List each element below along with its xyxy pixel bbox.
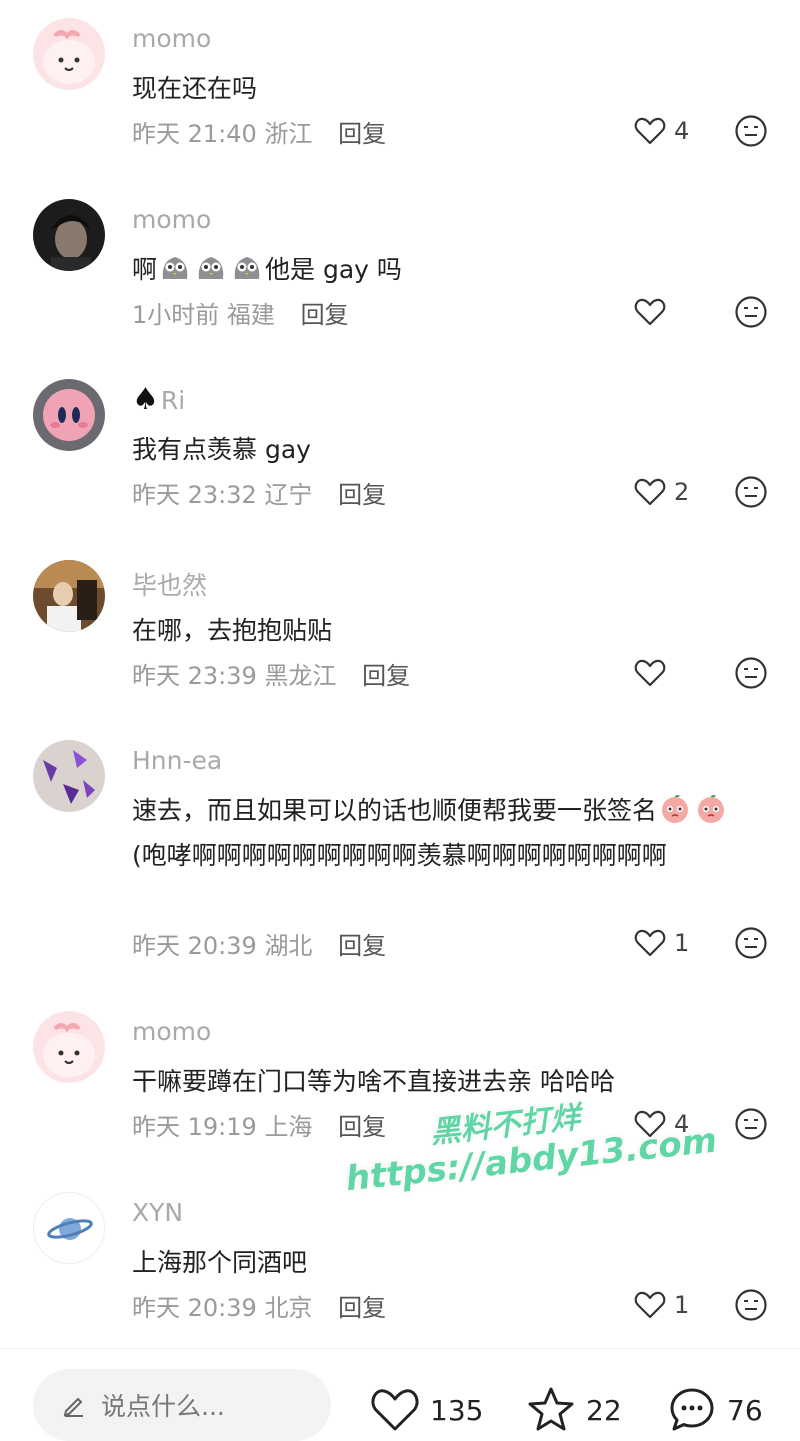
- like-count: 1: [674, 1291, 690, 1319]
- timestamp: 1小时前: [132, 301, 220, 329]
- owl-emoji-icon: [162, 257, 188, 279]
- like-count: 4: [674, 117, 690, 145]
- pencil-icon: [63, 1397, 83, 1417]
- like-count: 2: [674, 478, 690, 506]
- like-button[interactable]: 1: [634, 926, 714, 960]
- comment-meta: 1小时前 福建 回复: [132, 295, 349, 330]
- reply-button[interactable]: 回复: [362, 662, 410, 690]
- heart-icon: [634, 1291, 666, 1319]
- comment-meta: 昨天 20:39 北京 回复: [132, 1288, 386, 1323]
- comment-meta: 昨天 21:40 浙江 回复: [132, 114, 386, 149]
- location: 浙江: [264, 120, 313, 148]
- timestamp: 昨天 20:39: [132, 1294, 257, 1322]
- comment-text: 现在还在吗: [132, 74, 258, 103]
- location: 福建: [226, 301, 275, 329]
- location: 湖北: [264, 932, 313, 960]
- avatar[interactable]: [33, 560, 105, 632]
- location: 北京: [264, 1294, 313, 1322]
- comment-text: 在哪，去抱抱贴贴: [132, 616, 333, 645]
- username[interactable]: 毕也然: [132, 566, 207, 602]
- neutral-face-icon[interactable]: [734, 656, 768, 690]
- username[interactable]: momo: [132, 24, 211, 53]
- timestamp: 昨天 21:40: [132, 120, 257, 148]
- location: 上海: [264, 1113, 313, 1141]
- like-button[interactable]: 2: [634, 475, 714, 509]
- crying-peach-emoji-icon: [662, 795, 689, 823]
- avatar[interactable]: [33, 199, 105, 271]
- neutral-face-icon[interactable]: [734, 114, 768, 148]
- username[interactable]: XYN: [132, 1198, 183, 1227]
- avatar[interactable]: [33, 1011, 105, 1083]
- like-button[interactable]: 4: [634, 1107, 714, 1141]
- reply-button[interactable]: 回复: [338, 481, 386, 509]
- like-total: 135: [430, 1393, 484, 1427]
- comment-input-placeholder: 说点什么...: [101, 1392, 225, 1421]
- spade-icon: ♠: [132, 382, 159, 417]
- like-count: 4: [674, 1110, 690, 1138]
- username[interactable]: ♠ Ri: [132, 385, 185, 415]
- heart-icon: [634, 117, 666, 145]
- neutral-face-icon[interactable]: [734, 926, 768, 960]
- owl-emoji-icon: [234, 257, 260, 279]
- timestamp: 昨天 19:19: [132, 1113, 257, 1141]
- heart-icon: [634, 478, 666, 506]
- comment-text: 啊他是 gay 吗: [132, 247, 762, 292]
- neutral-face-icon[interactable]: [734, 1288, 768, 1322]
- comment-meta: 昨天 19:19 上海 回复: [132, 1107, 386, 1142]
- avatar[interactable]: [33, 18, 105, 90]
- crying-peach-emoji-icon: [698, 795, 725, 823]
- reply-button[interactable]: 回复: [338, 1113, 386, 1141]
- favorite-total: 22: [586, 1393, 622, 1427]
- heart-icon: [634, 298, 666, 326]
- reply-button[interactable]: 回复: [338, 1294, 386, 1322]
- neutral-face-icon[interactable]: [734, 1107, 768, 1141]
- like-button[interactable]: 4: [634, 114, 714, 148]
- timestamp: 昨天 23:39: [132, 662, 257, 690]
- like-button[interactable]: [634, 656, 714, 690]
- comment-text: 上海那个同酒吧: [132, 1248, 308, 1277]
- reply-button[interactable]: 回复: [338, 932, 386, 960]
- location: 辽宁: [264, 481, 313, 509]
- neutral-face-icon[interactable]: [734, 475, 768, 509]
- owl-emoji-icon: [198, 257, 224, 279]
- timestamp: 昨天 20:39: [132, 932, 257, 960]
- heart-icon: [634, 659, 666, 687]
- comment-text: 速去，而且如果可以的话也顺便帮我要一张签名(咆哮啊啊啊啊啊啊啊啊啊羡慕啊啊啊啊啊…: [132, 788, 762, 878]
- reply-button[interactable]: 回复: [301, 301, 349, 329]
- comment-input[interactable]: 说点什么...: [33, 1369, 331, 1441]
- like-button[interactable]: 1: [634, 1288, 714, 1322]
- reply-button[interactable]: 回复: [338, 120, 386, 148]
- heart-icon: [634, 929, 666, 957]
- comment-meta: 昨天 23:32 辽宁 回复: [132, 475, 386, 510]
- avatar[interactable]: [33, 379, 105, 451]
- username[interactable]: momo: [132, 1017, 211, 1046]
- bottom-bar: 说点什么... 135 22 76: [0, 1348, 800, 1441]
- avatar[interactable]: [33, 740, 105, 812]
- comment-text: 干嘛要蹲在门口等为啥不直接进去亲 哈哈哈: [132, 1067, 615, 1096]
- like-count: 1: [674, 929, 690, 957]
- heart-icon: [634, 1110, 666, 1138]
- avatar[interactable]: [33, 1192, 105, 1264]
- location: 黑龙江: [264, 662, 337, 690]
- username[interactable]: momo: [132, 205, 211, 234]
- comment-meta: 昨天 20:39 湖北 回复: [132, 926, 386, 961]
- timestamp: 昨天 23:32: [132, 481, 257, 509]
- username[interactable]: Hnn-ea: [132, 746, 222, 775]
- comment-meta: 昨天 23:39 黑龙江 回复: [132, 656, 410, 691]
- comment-total: 76: [727, 1393, 763, 1427]
- like-button[interactable]: [634, 295, 714, 329]
- neutral-face-icon[interactable]: [734, 295, 768, 329]
- comment-text: 我有点羡慕 gay: [132, 435, 311, 464]
